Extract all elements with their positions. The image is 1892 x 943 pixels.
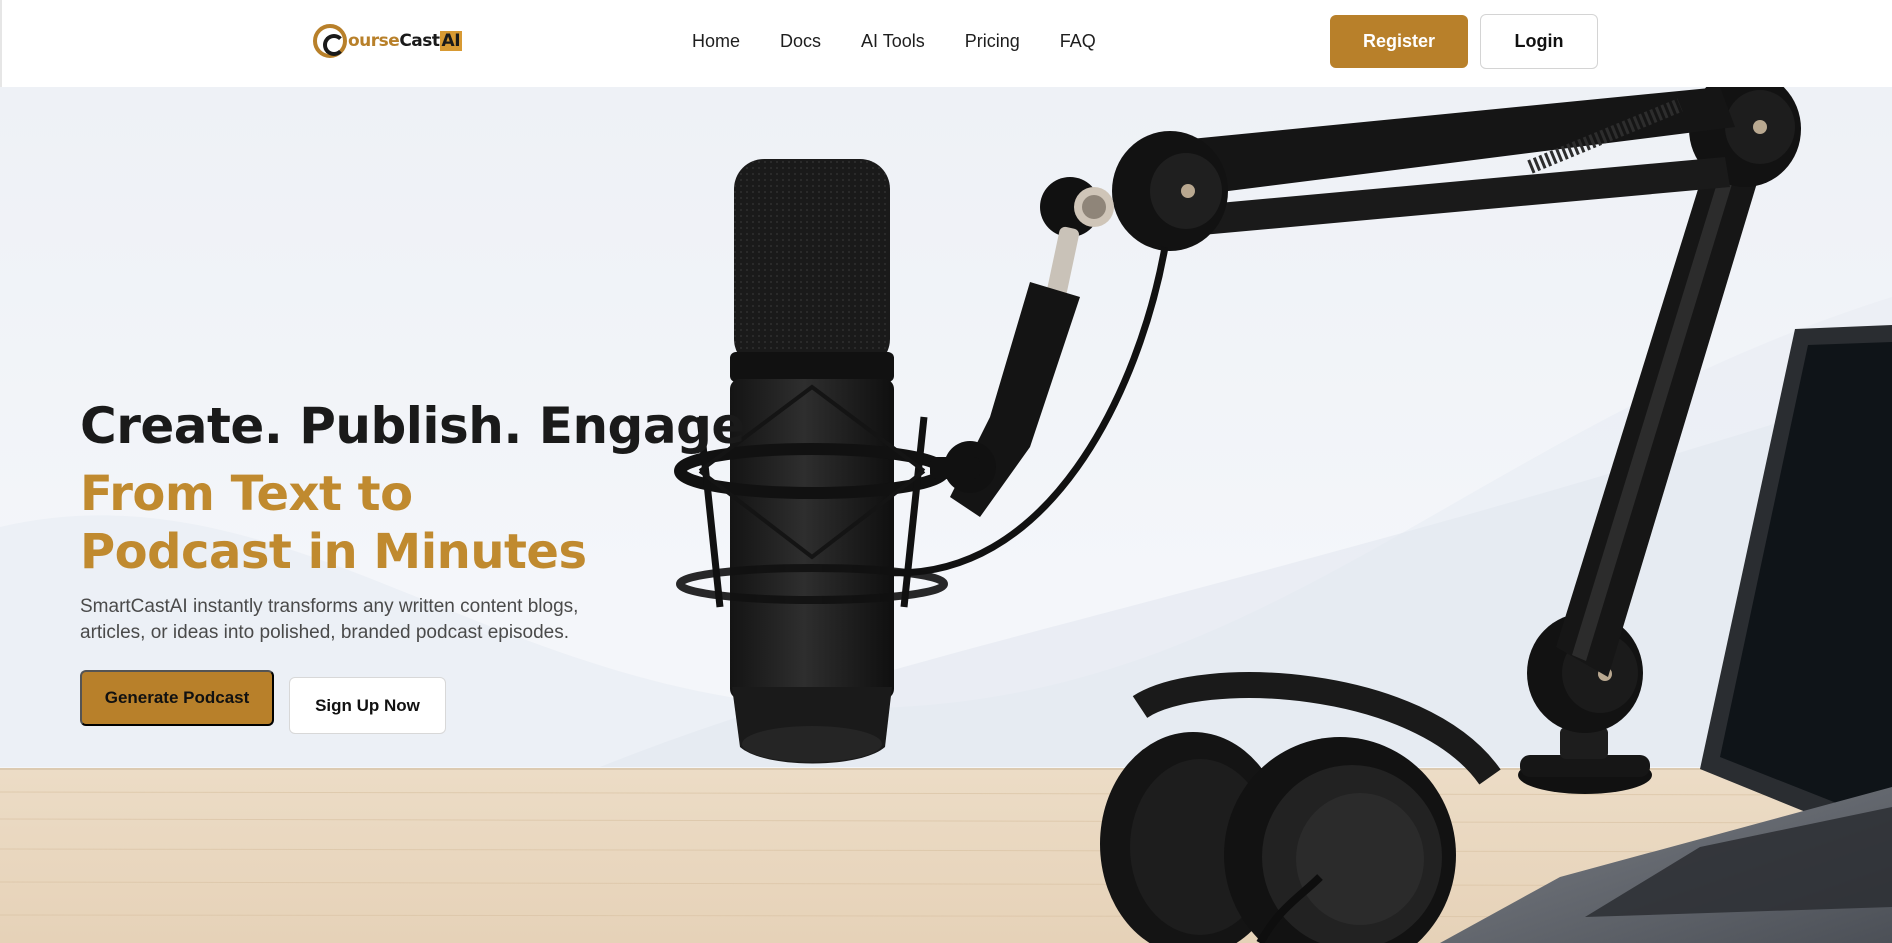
login-button[interactable]: Login (1480, 14, 1598, 69)
logo-text-tail: Cast (399, 31, 440, 51)
nav-pricing[interactable]: Pricing (965, 28, 1020, 54)
nav-faq[interactable]: FAQ (1060, 28, 1096, 54)
sign-up-now-button[interactable]: Sign Up Now (289, 677, 446, 734)
site-logo[interactable]: ourseCast AI (313, 22, 463, 60)
site-header: ourseCast AI Home Docs AI Tools Pricing F… (0, 0, 1892, 87)
main-nav: Home Docs AI Tools Pricing FAQ (692, 28, 1096, 54)
hero-description: SmartCastAI instantly transforms any wri… (80, 596, 579, 643)
register-button[interactable]: Register (1330, 15, 1468, 68)
logo-text-main: ourse (348, 31, 400, 51)
hero-subheadline: From Text to Podcast in Minutes (80, 466, 587, 580)
hero-headline: Create. Publish. Engage (80, 397, 745, 455)
hero-section: Create. Publish. Engage From Text to Pod… (0, 87, 1892, 943)
logo-wordmark: ourseCast AI (348, 31, 463, 51)
nav-ai-tools[interactable]: AI Tools (861, 28, 925, 54)
logo-text-ai: AI (439, 31, 463, 51)
course-cast-logo-icon (313, 24, 347, 58)
generate-podcast-button[interactable]: Generate Podcast (80, 670, 274, 726)
nav-docs[interactable]: Docs (780, 28, 821, 54)
nav-home[interactable]: Home (692, 28, 740, 54)
